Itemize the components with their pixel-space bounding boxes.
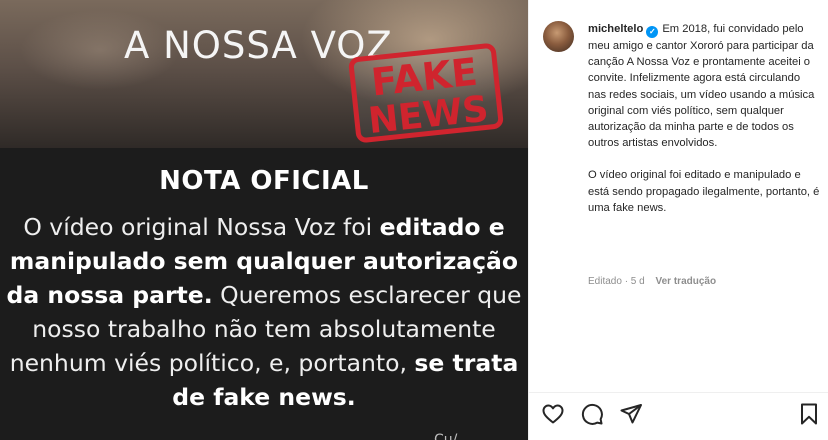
caption-meta: Editado · 5 d Ver tradução	[588, 276, 716, 287]
fake-news-stamp: FAKE NEWS	[347, 42, 505, 144]
username-link[interactable]: micheltelo	[588, 23, 643, 35]
see-translation-link[interactable]: Ver tradução	[656, 276, 717, 287]
comment-icon[interactable]	[580, 402, 604, 426]
caption-paragraph-2: O vídeo original foi editado e manipulad…	[588, 169, 820, 214]
post-actions-bar	[529, 400, 828, 430]
heart-icon[interactable]	[541, 402, 565, 426]
hero-photo: A NOSSA VOZ FAKE NEWS	[0, 0, 528, 148]
share-icon[interactable]	[619, 402, 643, 426]
post-caption: micheltelo ✓ Em 2018, fui convidado pelo m…	[588, 21, 820, 216]
caption-paragraph-1: Em 2018, fui convidado pelo meu amigo e …	[588, 23, 815, 150]
bookmark-icon[interactable]	[797, 402, 821, 426]
post-image: A NOSSA VOZ FAKE NEWS NOTA OFICIAL O víd…	[0, 0, 528, 440]
note-text-1: O vídeo original Nossa Voz foi	[23, 213, 380, 241]
actions-divider	[529, 392, 828, 393]
edited-timestamp: Editado · 5 d	[588, 276, 645, 287]
official-note: NOTA OFICIAL O vídeo original Nossa Voz …	[0, 160, 528, 440]
post-sidebar: micheltelo ✓ Em 2018, fui convidado pelo m…	[528, 0, 828, 440]
avatar[interactable]	[543, 21, 574, 52]
verified-badge-icon: ✓	[646, 26, 659, 38]
watermark-text: Cu/...	[434, 432, 471, 440]
note-body: O vídeo original Nossa Voz foi editado e…	[6, 210, 522, 414]
note-title: NOTA OFICIAL	[159, 166, 369, 196]
